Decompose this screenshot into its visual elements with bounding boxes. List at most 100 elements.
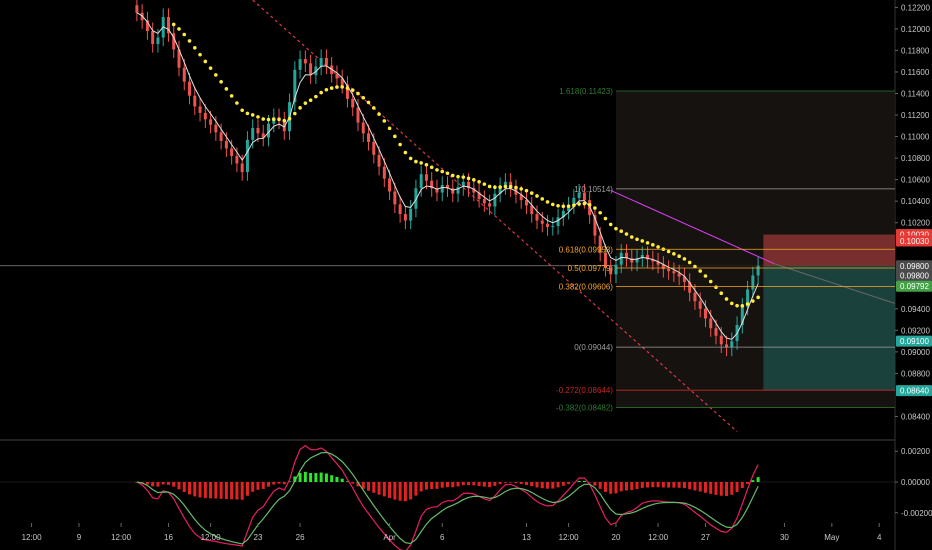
osc-histogram-bar (282, 482, 286, 485)
candle-body (751, 275, 755, 290)
slow-ma-dot (651, 243, 655, 247)
slow-ma-dot (371, 106, 376, 110)
osc-histogram-bar (630, 482, 634, 491)
osc-histogram-bar (567, 482, 571, 485)
osc-histogram-bar (261, 482, 265, 489)
slow-ma-dot (614, 226, 618, 231)
candle-body (709, 318, 713, 329)
slow-ma-dot (751, 299, 755, 303)
fib-label: 0(0.09044) (574, 343, 613, 352)
slow-ma-dot (224, 87, 229, 91)
slow-ma-dot (393, 134, 397, 139)
osc-histogram-bar (519, 482, 523, 485)
slow-ma-dot (293, 111, 297, 116)
slow-ma-dot (756, 295, 760, 300)
price-tick-label: 0.10600 (901, 176, 930, 185)
osc-histogram-bar (424, 482, 428, 490)
slow-ma-dot (440, 169, 445, 174)
candle-body (672, 271, 676, 274)
slow-ma-dot (619, 229, 624, 234)
candle-body (440, 185, 444, 193)
osc-histogram-bar (551, 482, 555, 489)
slow-ma-dot (261, 117, 266, 121)
candle (403, 205, 407, 230)
candle (446, 176, 449, 197)
candle (593, 206, 597, 245)
slow-ma-dot (287, 116, 292, 121)
slow-ma-dot (724, 297, 729, 301)
candle-body (245, 139, 249, 173)
candle (498, 177, 502, 203)
osc-histogram-bar (245, 482, 249, 496)
candle-body (535, 214, 539, 221)
slow-ma-dot (361, 95, 366, 100)
osc-histogram-bar (419, 482, 423, 492)
slow-ma-dot (577, 202, 581, 206)
trading-chart[interactable]: 1.618(0.11423) 1(0.10514) 0.618(0.09953) 0.… (0, 0, 932, 550)
osc-histogram-bar (598, 482, 602, 489)
price-axis[interactable]: 0.12200 0.12000 0.11800 0.11600 0.11400 0.112… (895, 3, 930, 421)
osc-histogram-bar (267, 482, 270, 487)
osc-histogram-bar (535, 482, 539, 488)
candle (261, 124, 265, 147)
price-tag-text: 0.10030 (900, 237, 929, 246)
osc-histogram-bar (614, 482, 618, 494)
slow-ma-dot (419, 161, 423, 165)
slow-ma-dot (229, 94, 234, 98)
candle (524, 191, 528, 215)
time-tick-label: 12:00 (22, 533, 43, 542)
candle-body (351, 98, 355, 108)
slow-ma-dot (598, 210, 602, 215)
slow-ma-dot (535, 194, 539, 198)
osc-histogram-bar (188, 482, 192, 495)
price-tick-label: 0.11000 (901, 133, 930, 142)
time-tick-label: 9 (77, 533, 82, 542)
candle-body (403, 214, 407, 221)
osc-histogram-bar (556, 482, 560, 488)
osc-tick-label: 0.00200 (901, 447, 930, 456)
time-tick-label: 12:00 (201, 533, 222, 542)
slow-ma-dot (277, 117, 281, 122)
time-tick-label: 20 (612, 533, 621, 542)
slow-ma-dot (235, 101, 239, 105)
price-tick-label: 0.09000 (901, 348, 930, 357)
osc-histogram-bar (725, 482, 729, 496)
slow-ma-dot (493, 185, 497, 190)
osc-histogram-bar (240, 482, 244, 500)
candle-body (230, 148, 234, 156)
osc-histogram-bar (340, 478, 344, 482)
slow-ma-dot (203, 59, 208, 64)
slow-ma-dot (603, 216, 608, 221)
osc-histogram-bar (498, 482, 502, 485)
slow-ma-dot (550, 202, 555, 207)
osc-histogram-bar (540, 482, 544, 489)
slow-ma-dot (545, 200, 550, 204)
slow-ma-dot (182, 32, 187, 37)
price-tick-label: 0.10200 (901, 219, 930, 228)
candle-body (298, 59, 302, 70)
price-tick-label: 0.11800 (901, 46, 930, 55)
osc-histogram-bar (577, 480, 581, 482)
slow-ma-dot (587, 202, 592, 207)
slow-ma-dot (672, 252, 676, 256)
price-tag-text: 0.08640 (900, 387, 929, 396)
osc-histogram-bar (751, 480, 755, 482)
osc-histogram-bar (719, 482, 723, 496)
osc-histogram-bar (166, 482, 170, 485)
osc-histogram-bar (319, 472, 323, 482)
osc-histogram-bar (709, 482, 713, 494)
osc-histogram-bar (235, 482, 239, 500)
osc-histogram-bar (735, 482, 739, 492)
time-tick-label: 12:00 (559, 533, 580, 542)
slow-ma-dot (303, 101, 308, 105)
candle (477, 183, 481, 208)
slow-ma-dot (256, 115, 260, 119)
slow-ma-dot (319, 90, 323, 95)
osc-histogram-bar (367, 482, 371, 491)
slow-ma-dot (192, 46, 197, 50)
drawing-overlays (0, 0, 896, 432)
candle-body (151, 31, 155, 44)
price-tick-label: 0.11600 (901, 68, 930, 77)
time-axis[interactable]: 12:00 9 12:00 16 12:00 23 26 Apr 6 13 12:00 20 12:00… (22, 523, 882, 542)
osc-histogram-bar (661, 482, 665, 488)
